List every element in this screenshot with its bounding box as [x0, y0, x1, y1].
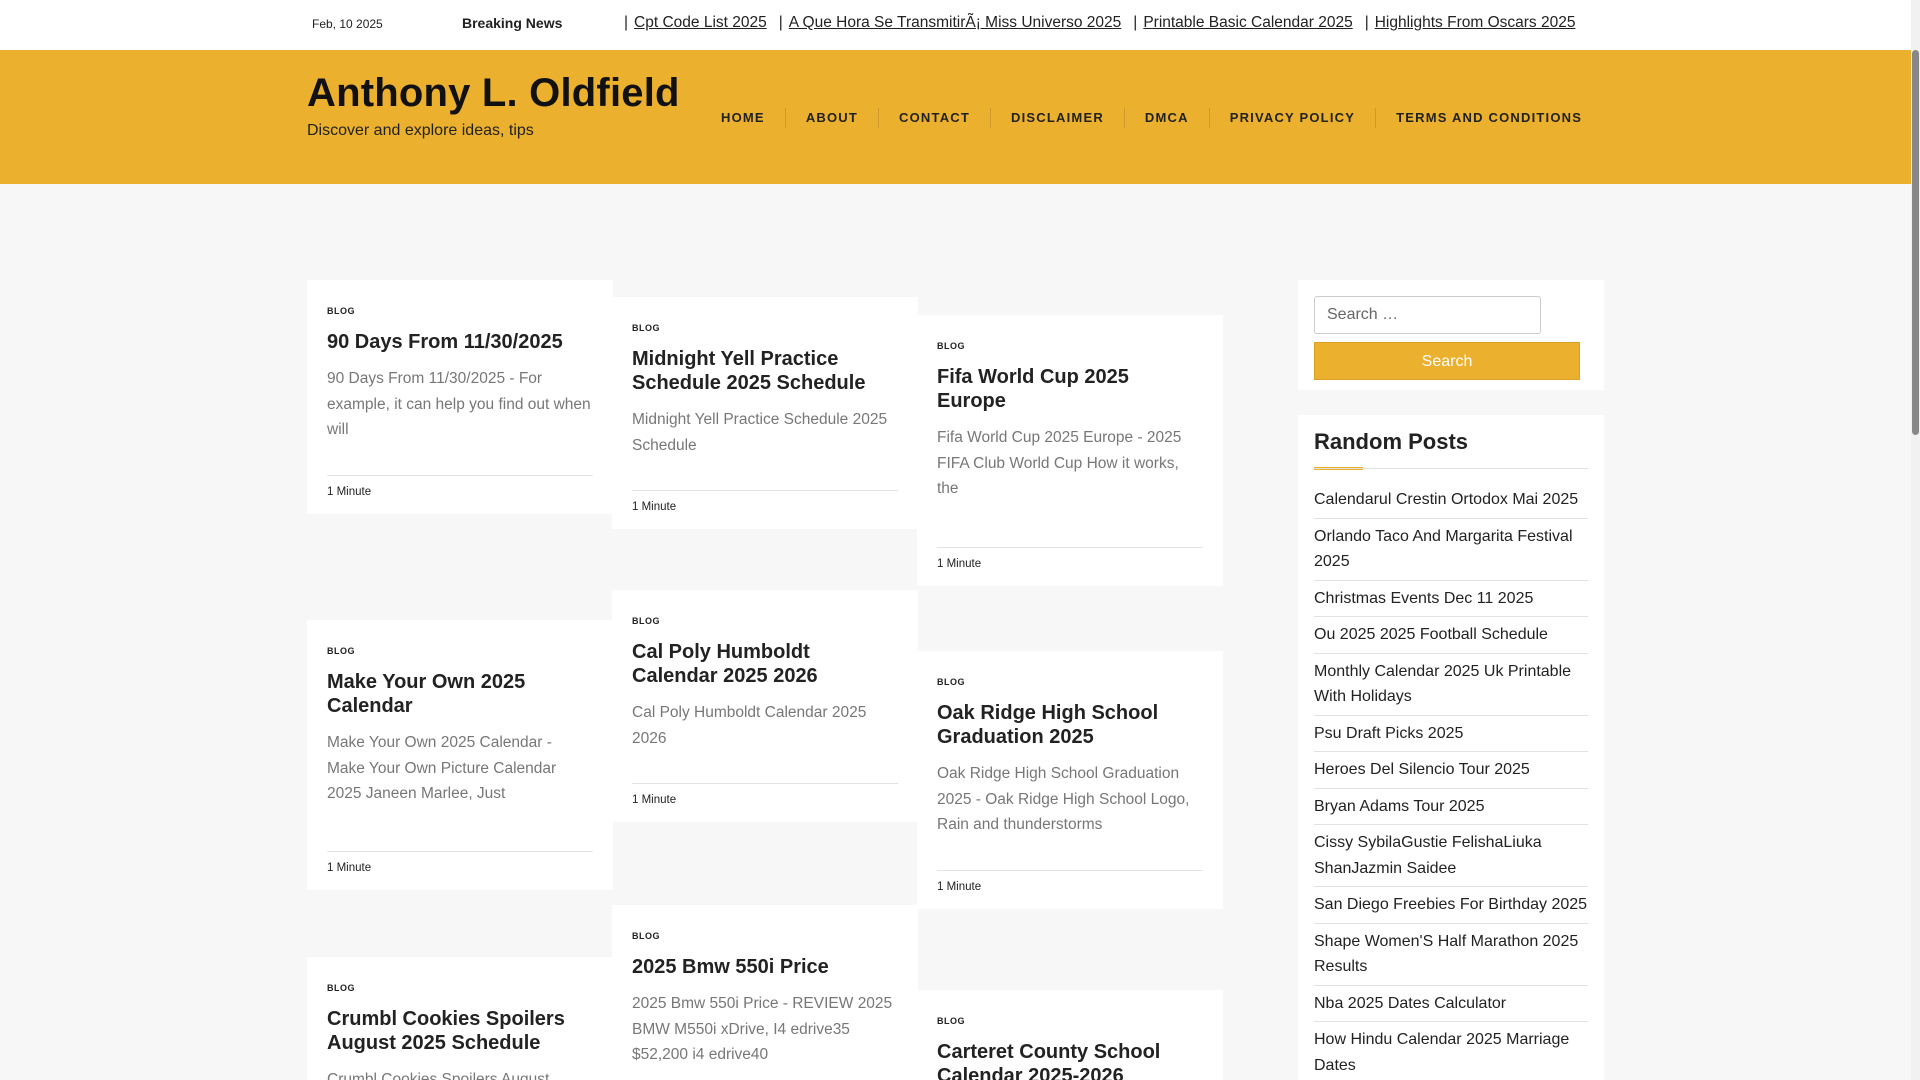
- post-excerpt: 2025 Bmw 550i Price - REVIEW 2025 BMW M5…: [632, 995, 893, 1063]
- random-post-link[interactable]: Heroes Del Silencio Tour 2025: [1314, 757, 1588, 789]
- post-category[interactable]: BLOG: [937, 341, 1203, 351]
- random-post-link[interactable]: San Diego Freebies For Birthday 2025: [1314, 892, 1588, 924]
- breaking-news-ticker: | Cpt Code List 2025 | A Que Hora Se Trans…: [624, 14, 1587, 32]
- random-post-link[interactable]: Shape Women'S Half Marathon 2025 Results: [1314, 929, 1588, 986]
- post-excerpt: Fifa World Cup 2025 Europe - 2025 FIFA C…: [937, 429, 1182, 497]
- random-post-link[interactable]: Nba 2025 Dates Calculator: [1314, 991, 1588, 1022]
- post-title[interactable]: Midnight Yell Practice Schedule 2025 Sch…: [632, 347, 898, 395]
- random-post-link[interactable]: Ou 2025 2025 Football Schedule: [1314, 622, 1588, 654]
- nav-home[interactable]: HOME: [701, 108, 785, 128]
- random-posts-title: Random Posts: [1314, 429, 1469, 454]
- main-nav: HOME ABOUT CONTACT DISCLAIMER DMCA PRIVA…: [701, 108, 1602, 128]
- post-category[interactable]: BLOG: [632, 616, 898, 626]
- post-category[interactable]: BLOG: [327, 646, 593, 656]
- ticker-item: | Highlights From Oscars 2025: [1364, 14, 1576, 31]
- post-read-time: 1 Minute: [632, 783, 898, 822]
- random-post-link[interactable]: Psu Draft Picks 2025: [1314, 721, 1588, 752]
- post-read-time: 1 Minute: [632, 490, 898, 529]
- random-post-link[interactable]: Monthly Calendar 2025 Uk Printable With …: [1314, 659, 1588, 716]
- ticker-link[interactable]: Highlights From Oscars 2025: [1375, 14, 1576, 31]
- random-post-link[interactable]: Cissy SybilaGustie FelishaLiuka ShanJazm…: [1314, 830, 1588, 887]
- title-divider: [1314, 468, 1588, 469]
- post-excerpt: Cal Poly Humboldt Calendar 2025 2026: [632, 704, 867, 747]
- random-post-link[interactable]: Orlando Taco And Margarita Festival 2025: [1314, 524, 1588, 581]
- nav-dmca[interactable]: DMCA: [1123, 108, 1209, 128]
- post-title[interactable]: Fifa World Cup 2025 Europe: [937, 365, 1203, 413]
- ticker-link[interactable]: A Que Hora Se TransmitirÃ¡ Miss Universo…: [789, 14, 1122, 31]
- post-category[interactable]: BLOG: [327, 983, 593, 993]
- post-category[interactable]: BLOG: [937, 677, 1203, 687]
- scrollbar-thumb[interactable]: [1912, 50, 1919, 435]
- post-excerpt: Midnight Yell Practice Schedule 2025 Sch…: [632, 411, 888, 454]
- random-post-link[interactable]: Bryan Adams Tour 2025: [1314, 794, 1588, 825]
- post-card: BLOG Midnight Yell Practice Schedule 202…: [612, 297, 918, 529]
- post-card: BLOG 90 Days From 11/30/2025 90 Days Fro…: [307, 280, 613, 514]
- post-category[interactable]: BLOG: [327, 306, 593, 316]
- site-tagline: Discover and explore ideas, tips: [307, 122, 534, 139]
- post-category[interactable]: BLOG: [632, 323, 898, 333]
- site-title[interactable]: Anthony L. Oldfield: [307, 71, 680, 116]
- post-title[interactable]: Oak Ridge High School Graduation 2025: [937, 701, 1203, 749]
- post-category[interactable]: BLOG: [632, 931, 898, 941]
- post-read-time: 1 Minute: [327, 474, 593, 514]
- page-scrollbar[interactable]: [1911, 0, 1920, 1080]
- post-title[interactable]: Cal Poly Humboldt Calendar 2025 2026: [632, 640, 898, 688]
- ticker-link[interactable]: Printable Basic Calendar 2025: [1143, 14, 1352, 31]
- breaking-news-label: Breaking News: [462, 15, 563, 31]
- search-widget: Search … Search: [1298, 280, 1604, 390]
- post-title[interactable]: Crumbl Cookies Spoilers August 2025 Sche…: [327, 1007, 593, 1055]
- nav-disclaimer[interactable]: DISCLAIMER: [990, 108, 1124, 128]
- ticker-item: | Printable Basic Calendar 2025: [1133, 14, 1353, 31]
- post-read-time: 1 Minute: [327, 850, 593, 890]
- ticker-item: | A Que Hora Se TransmitirÃ¡ Miss Univers…: [778, 14, 1122, 31]
- post-category[interactable]: BLOG: [937, 1016, 1203, 1026]
- search-input[interactable]: Search …: [1314, 296, 1541, 334]
- random-post-link[interactable]: How Hindu Calendar 2025 Marriage Dates: [1314, 1027, 1588, 1080]
- post-excerpt: Make Your Own 2025 Calendar - Make Your …: [327, 734, 557, 802]
- ticker-item: | Cpt Code List 2025: [624, 14, 767, 31]
- post-card: BLOG Fifa World Cup 2025 Europe Fifa Wor…: [917, 315, 1223, 586]
- search-button[interactable]: Search: [1314, 342, 1580, 380]
- random-posts-widget: Random Posts Calendarul Crestin Ortodox …: [1298, 415, 1604, 1080]
- post-title[interactable]: Carteret County School Calendar 2025-202…: [937, 1040, 1203, 1080]
- post-card: BLOG Make Your Own 2025 Calendar Make Yo…: [307, 620, 613, 890]
- nav-privacy-policy[interactable]: PRIVACY POLICY: [1208, 108, 1375, 128]
- current-date: Feb, 10 2025: [312, 17, 383, 31]
- post-read-time: 1 Minute: [937, 546, 1203, 586]
- post-card: BLOG Carteret County School Calendar 202…: [917, 990, 1223, 1080]
- nav-terms-and-conditions[interactable]: TERMS AND CONDITIONS: [1375, 108, 1602, 128]
- post-excerpt: Oak Ridge High School Graduation 2025 - …: [937, 765, 1190, 833]
- post-excerpt: Crumbl Cookies Spoilers August: [327, 1071, 550, 1080]
- top-bar: Feb, 10 2025 Breaking News | Cpt Code Lis…: [0, 0, 1911, 50]
- random-posts-list: Calendarul Crestin Ortodox Mai 2025 Orla…: [1314, 487, 1588, 1080]
- random-post-link[interactable]: Christmas Events Dec 11 2025: [1314, 586, 1588, 617]
- site-header: Anthony L. Oldfield Discover and explore…: [0, 50, 1911, 184]
- random-post-link[interactable]: Calendarul Crestin Ortodox Mai 2025: [1314, 487, 1588, 519]
- post-card: BLOG Crumbl Cookies Spoilers August 2025…: [307, 957, 613, 1080]
- nav-contact[interactable]: CONTACT: [878, 108, 990, 128]
- post-card: BLOG Oak Ridge High School Graduation 20…: [917, 651, 1223, 909]
- post-card: BLOG 2025 Bmw 550i Price 2025 Bmw 550i P…: [612, 905, 918, 1080]
- post-card: BLOG Cal Poly Humboldt Calendar 2025 202…: [612, 590, 918, 822]
- post-title[interactable]: 2025 Bmw 550i Price: [632, 955, 898, 979]
- post-title[interactable]: 90 Days From 11/30/2025: [327, 330, 593, 354]
- nav-about[interactable]: ABOUT: [784, 108, 878, 128]
- post-read-time: 1 Minute: [937, 869, 1203, 909]
- post-title[interactable]: Make Your Own 2025 Calendar: [327, 670, 593, 718]
- ticker-link[interactable]: Cpt Code List 2025: [634, 14, 767, 31]
- post-excerpt: 90 Days From 11/30/2025 - For example, i…: [327, 370, 591, 438]
